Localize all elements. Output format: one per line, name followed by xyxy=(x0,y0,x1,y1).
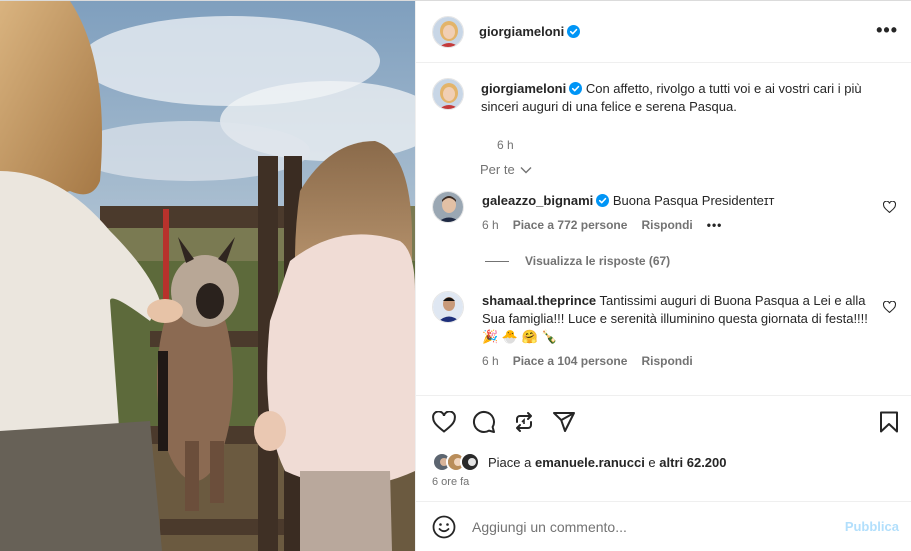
view-replies-button[interactable]: Visualizza le risposte (67) xyxy=(485,254,670,268)
post-actions: Piace a emanuele.ranucci e altri 62.200 … xyxy=(416,395,911,500)
likes-summary: Piace a emanuele.ranucci e altri 62.200 xyxy=(432,452,727,472)
send-icon[interactable] xyxy=(552,410,576,434)
comment-username[interactable]: shamaal.theprince xyxy=(482,293,596,308)
comment-like-heart-icon[interactable] xyxy=(883,301,896,313)
comment-time[interactable]: 6 h xyxy=(482,354,499,368)
author-username[interactable]: giorgiameloni xyxy=(479,24,564,39)
comment-item: shamaal.theprince Tantissimi auguri di B… xyxy=(432,291,902,391)
divider-line xyxy=(485,260,509,262)
comment-username[interactable]: galeazzo_bignami xyxy=(482,193,593,208)
instagram-post-modal: giorgiameloni ••• giorgiameloni Con affe… xyxy=(0,0,911,551)
view-replies-label: Visualizza le risposte (67) xyxy=(525,254,671,268)
comment-avatar[interactable] xyxy=(432,191,464,223)
heart-icon[interactable] xyxy=(432,411,456,433)
comment-text: galeazzo_bignami Buona Pasqua Presidente… xyxy=(482,192,862,210)
liker-avatars[interactable] xyxy=(432,452,480,472)
caption-text: giorgiameloni Con affetto, rivolgo a tut… xyxy=(481,80,891,116)
comments-list[interactable]: giorgiameloni Con affetto, rivolgo a tut… xyxy=(416,64,911,394)
chevron-down-icon xyxy=(520,166,532,173)
emoji-icon[interactable] xyxy=(432,515,456,539)
post-age[interactable]: 6 ore fa xyxy=(432,476,469,488)
comment-meta: 6 h Piace a 772 persone Rispondi ••• xyxy=(482,218,722,232)
comment-filter-dropdown[interactable]: Per te xyxy=(480,162,532,177)
verified-icon xyxy=(569,82,583,95)
caption-username[interactable]: giorgiameloni xyxy=(481,81,566,96)
avatar xyxy=(460,452,480,472)
comment-body: Buona Pasqua Presidenteɪᴛ xyxy=(609,193,775,208)
comment-likes[interactable]: Piace a 104 persone xyxy=(513,354,628,368)
comment-composer: Pubblica xyxy=(416,501,911,551)
bookmark-icon[interactable] xyxy=(879,411,899,433)
more-options-icon[interactable]: ••• xyxy=(876,21,898,39)
reply-button[interactable]: Rispondi xyxy=(641,218,692,232)
comment-filter-label: Per te xyxy=(480,162,515,177)
comment-input[interactable] xyxy=(472,518,822,535)
verified-icon xyxy=(596,194,610,207)
caption-time[interactable]: 6 h xyxy=(497,138,514,152)
comment-likes[interactable]: Piace a 772 persone xyxy=(513,218,628,232)
share-icon[interactable] xyxy=(512,410,536,434)
verified-icon xyxy=(567,25,581,38)
caption-avatar[interactable] xyxy=(432,78,464,110)
comment-more-icon[interactable]: ••• xyxy=(707,218,723,232)
comment-icon[interactable] xyxy=(472,410,496,434)
comment-text: shamaal.theprince Tantissimi auguri di B… xyxy=(482,292,872,346)
comment-meta: 6 h Piace a 104 persone Rispondi xyxy=(482,354,693,368)
post-header: giorgiameloni ••• xyxy=(416,1,911,63)
publish-button[interactable]: Pubblica xyxy=(845,519,899,534)
post-sidebar: giorgiameloni ••• giorgiameloni Con affe… xyxy=(415,1,911,551)
likes-prefix: Piace a xyxy=(488,454,535,470)
likes-others[interactable]: altri 62.200 xyxy=(659,455,726,470)
liker-username[interactable]: emanuele.ranucci xyxy=(535,455,645,470)
post-image xyxy=(0,1,415,551)
comment-avatar[interactable] xyxy=(432,291,464,323)
comment-time[interactable]: 6 h xyxy=(482,218,499,232)
likes-middle: e xyxy=(644,454,660,470)
author-avatar[interactable] xyxy=(432,15,464,48)
reply-button[interactable]: Rispondi xyxy=(641,354,692,368)
post-photo xyxy=(0,1,415,551)
comment-like-heart-icon[interactable] xyxy=(883,201,896,213)
